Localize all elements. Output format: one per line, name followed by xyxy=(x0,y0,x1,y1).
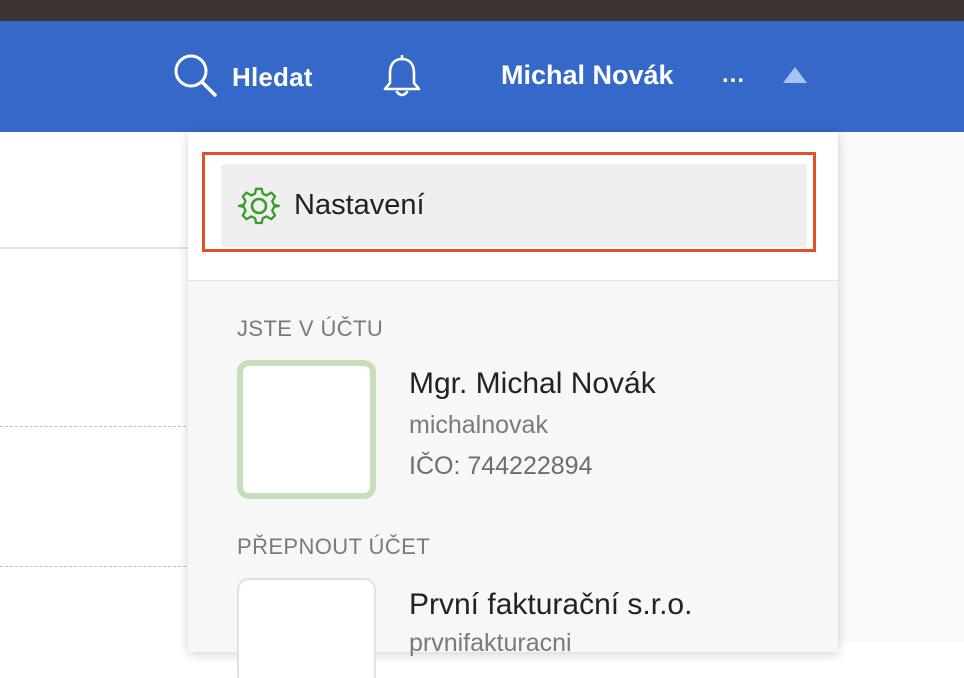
current-account-ico: IČO: 744222894 xyxy=(409,452,593,480)
settings-menu-item[interactable]: Nastavení xyxy=(221,164,807,247)
user-menu-name[interactable]: Michal Novák xyxy=(501,60,674,91)
gear-icon xyxy=(238,185,280,227)
search-label: Hledat xyxy=(232,61,313,92)
caret-up-icon[interactable] xyxy=(783,67,807,83)
current-account-heading: JSTE V ÚČTU xyxy=(237,316,384,341)
dropdown-top-section: Nastavení xyxy=(188,132,838,281)
settings-label: Nastavení xyxy=(294,189,425,221)
user-dropdown-menu: Nastavení JSTE V ÚČTU Mgr. Michal Novák … xyxy=(188,132,838,678)
bell-icon[interactable] xyxy=(382,54,422,104)
switch-account-heading: PŘEPNOUT ÚČET xyxy=(237,534,431,559)
current-account-avatar xyxy=(237,360,376,499)
background-right-area xyxy=(838,132,964,642)
switch-account-username: prvnifakturacni xyxy=(409,629,572,657)
background-dashed-line xyxy=(0,566,186,567)
more-menu-button[interactable]: ... xyxy=(722,61,745,89)
background-dashed-line xyxy=(0,426,186,427)
current-account-name: Mgr. Michal Novák xyxy=(409,367,656,400)
switch-account-name[interactable]: První fakturační s.r.o. xyxy=(409,588,692,622)
background-divider xyxy=(0,247,190,249)
search-button[interactable]: Hledat xyxy=(172,53,313,102)
window-top-strip xyxy=(0,0,964,21)
app-header: Hledat Michal Novák ... xyxy=(0,21,964,132)
search-icon xyxy=(172,53,218,102)
switch-account-avatar[interactable] xyxy=(237,578,376,678)
current-account-username: michalnovak xyxy=(409,411,548,439)
